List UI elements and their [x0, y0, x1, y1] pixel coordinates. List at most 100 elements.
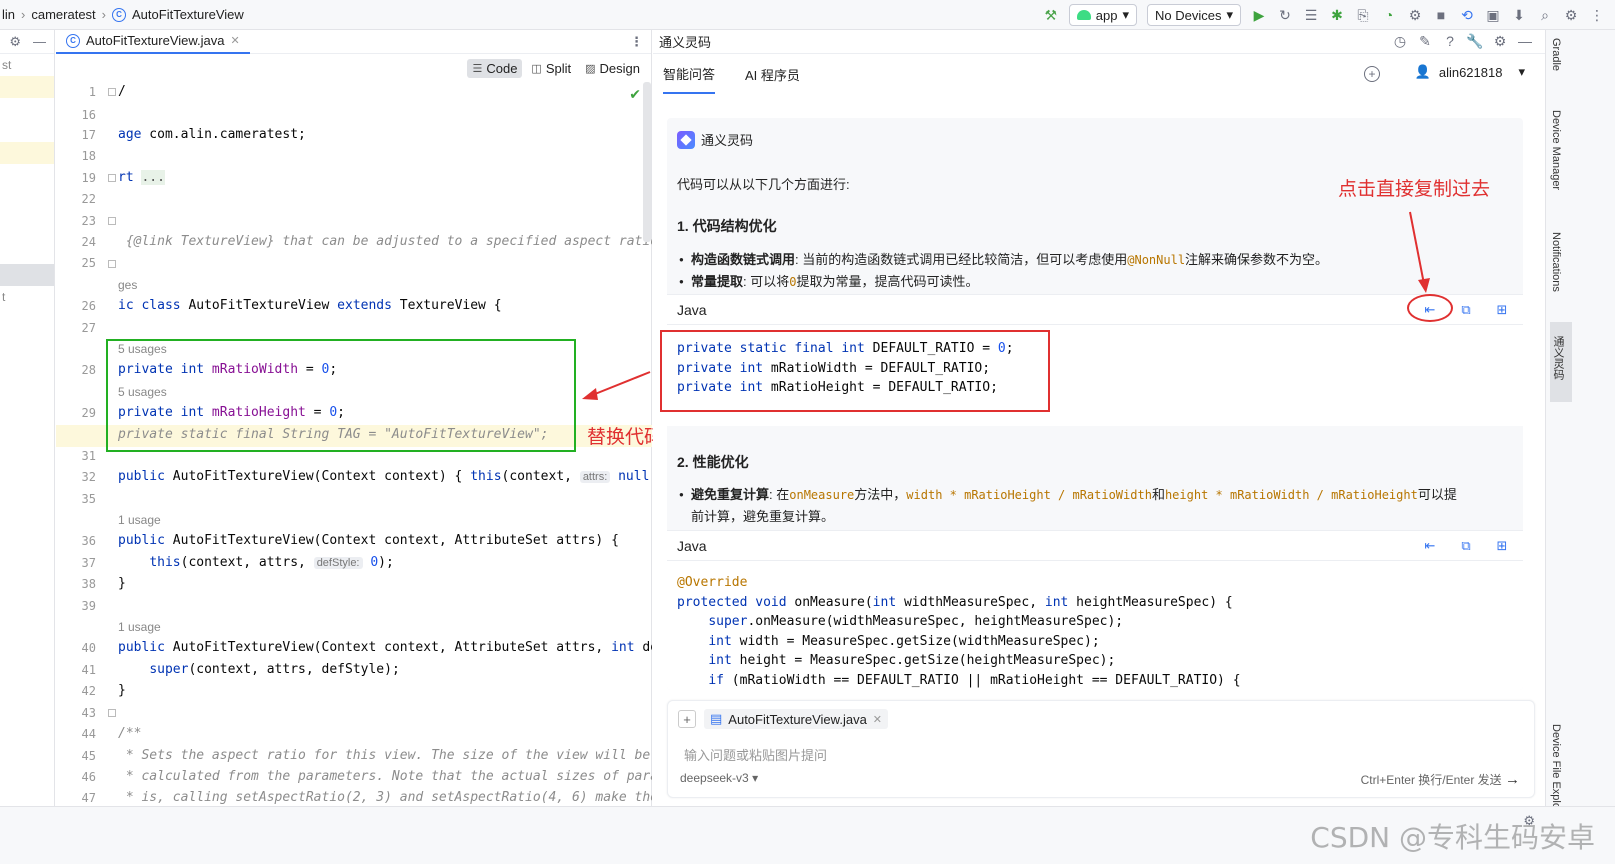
gear-icon[interactable]: ⚙ [9, 34, 21, 50]
view-mode-label: Split [545, 60, 572, 76]
line-number: 44 [81, 727, 96, 741]
user-icon: 👤 [1414, 64, 1431, 79]
history-icon[interactable]: ◷ [1392, 33, 1408, 49]
section-heading: 2. 性能优化 [677, 454, 749, 470]
line-number: 35 [81, 492, 96, 506]
line-number: 18 [81, 149, 96, 163]
project-tree-row[interactable] [0, 120, 54, 142]
usage-hint[interactable]: 1 usage [118, 513, 161, 527]
code-editor: C AutoFitTextureView.java ✕ ⋮ ☰ Code ◫ Spl… [56, 30, 652, 806]
new-file-icon[interactable]: ⊞ [1493, 301, 1511, 319]
user-menu[interactable]: 👤 alin621818 ▾ [1415, 64, 1525, 80]
insert-code-button[interactable]: ⇤ [1421, 537, 1439, 555]
code-line: super(context, attrs, defStyle); [149, 662, 400, 677]
fold-marker-icon[interactable] [108, 88, 116, 96]
context-file-name: AutoFitTextureView.java [728, 711, 867, 727]
device-mirror-icon[interactable]: ▣ [1485, 7, 1501, 23]
edit-icon[interactable]: ✎ [1417, 33, 1433, 49]
project-tree-row[interactable] [0, 142, 54, 164]
new-file-icon[interactable]: ⊞ [1493, 537, 1511, 555]
breadcrumb-item-2[interactable]: AutoFitTextureView [132, 7, 244, 22]
message-intro: 代码可以从以下几个方面进行: [677, 177, 850, 192]
fold-marker-icon[interactable] [108, 217, 116, 225]
close-icon[interactable]: ✕ [231, 34, 240, 47]
editor-tabbar: C AutoFitTextureView.java ✕ ⋮ [56, 30, 651, 54]
code-area[interactable]: 1 16 17 18 19 22 23 24 25 26 27 28 29 30… [56, 82, 652, 806]
class-icon: C [66, 33, 80, 48]
run-icon[interactable]: ▶ [1251, 7, 1267, 23]
send-hint: Ctrl+Enter 换行/Enter 发送 → [1361, 771, 1520, 788]
code-line: /** [118, 726, 142, 741]
bullet-text: 前计算，避免重复计算。 [691, 509, 835, 524]
run-config-dropdown[interactable]: app ▾ [1068, 4, 1137, 26]
line-number: 39 [81, 599, 96, 613]
gear-icon[interactable]: ⚙ [1492, 33, 1508, 49]
project-panel-header: ⚙ — [0, 30, 54, 54]
device-dropdown[interactable]: No Devices ▾ [1147, 4, 1241, 26]
tool-window-device-manager[interactable]: Device Manager [1550, 110, 1562, 190]
fold-marker-icon[interactable] [108, 260, 116, 268]
minimize-icon[interactable]: — [33, 34, 46, 49]
editor-scrollbar[interactable] [643, 82, 651, 242]
android-icon [1076, 10, 1091, 20]
hammer-icon[interactable]: ⚒ [1043, 7, 1059, 23]
project-tree-row[interactable]: st [0, 54, 54, 76]
minimize-icon[interactable]: — [1517, 33, 1533, 49]
fold-marker-icon[interactable] [108, 174, 116, 182]
usage-hint[interactable]: ges [118, 278, 137, 292]
rerun-icon[interactable]: ↻ [1277, 7, 1293, 23]
sync-icon[interactable]: ⟲ [1459, 7, 1475, 23]
chevron-down-icon: ▾ [752, 771, 759, 785]
send-icon[interactable]: → [1505, 771, 1520, 788]
copy-icon[interactable]: ⧉ [1457, 537, 1475, 555]
new-chat-icon[interactable]: + [1364, 66, 1380, 82]
wrench-icon[interactable]: 🔧 [1466, 33, 1483, 49]
context-file-chip[interactable]: ▤ AutoFitTextureView.java ✕ [704, 709, 889, 729]
add-context-button[interactable]: + [678, 710, 696, 728]
toolbar-actions: ⚒ app ▾ No Devices ▾ ▶ ↻ ☰ ✱ ⎘ ◔ ⚙ ■ ⟲ ▣… [1043, 0, 1615, 30]
view-mode-design[interactable]: ▨ Design [580, 59, 645, 78]
inline-code: onMeasure [789, 488, 855, 502]
list-item: 避免重复计算: 在onMeasure方法中，width * mRatioHeig… [679, 484, 1507, 528]
debug-icon[interactable]: ✱ [1329, 7, 1345, 23]
stop-icon[interactable]: ■ [1433, 7, 1449, 23]
apply-changes-icon[interactable]: ⚙ [1407, 7, 1423, 23]
annotation-replace-code: 替换代码 [587, 426, 664, 448]
view-mode-code[interactable]: ☰ Code [467, 58, 523, 78]
view-mode-split[interactable]: ◫ Split [526, 59, 576, 78]
fold-marker-icon[interactable] [108, 709, 116, 717]
tool-window-notifications[interactable]: Notifications [1550, 232, 1562, 292]
tool-window-gradle[interactable]: Gradle [1550, 38, 1562, 71]
tab-smart-qa[interactable]: 智能问答 [663, 54, 716, 94]
usage-hint[interactable]: 1 usage [118, 620, 161, 634]
help-icon[interactable]: ? [1442, 33, 1458, 49]
breadcrumb-item-0[interactable]: lin [2, 7, 15, 22]
assistant-panel: 通义灵码 ◷ ✎ ? 🔧 ⚙ — 智能问答 AI 程序员 + 👤 alin621… [653, 30, 1545, 806]
project-tree-row-selected[interactable] [0, 264, 54, 286]
project-tree-row[interactable] [0, 98, 54, 120]
more-icon[interactable]: ⋮ [1589, 7, 1605, 23]
tool-window-tongyi[interactable]: 通义灵码 [1550, 336, 1566, 380]
bullet-text: 提取为常量，提高代码可读性。 [796, 274, 979, 289]
profile-icon[interactable]: ◔ [1381, 7, 1397, 23]
chevron-down-icon: ▾ [1122, 7, 1129, 22]
highlight-box-green [106, 339, 576, 452]
code-line: super.onMeasure(widthMeasureSpec, height… [708, 614, 1124, 629]
line-number: 47 [81, 791, 96, 805]
more-icon[interactable]: ⋮ [630, 34, 651, 50]
gear-icon[interactable]: ⚙ [1563, 7, 1579, 23]
chat-input[interactable]: 输入问题或粘贴图片提问 [684, 745, 827, 764]
search-icon[interactable]: ⌕ [1537, 7, 1553, 23]
sdk-manager-icon[interactable]: ⬇ [1511, 7, 1527, 23]
breadcrumb-item-1[interactable]: cameratest [31, 7, 95, 22]
project-tree-row[interactable]: t [0, 286, 54, 308]
bullet-text: 注解来确保参数不为空。 [1185, 252, 1329, 267]
editor-tab[interactable]: C AutoFitTextureView.java ✕ [56, 30, 250, 54]
close-icon[interactable]: ✕ [873, 713, 882, 726]
tab-ai-programmer[interactable]: AI 程序员 [745, 54, 800, 94]
attach-debugger-icon[interactable]: ⎘ [1355, 7, 1371, 23]
model-selector[interactable]: deepseek-v3 ▾ [680, 771, 758, 785]
project-tree-row[interactable] [0, 76, 54, 98]
list-icon[interactable]: ☰ [1303, 7, 1319, 23]
copy-icon[interactable]: ⧉ [1457, 301, 1475, 319]
